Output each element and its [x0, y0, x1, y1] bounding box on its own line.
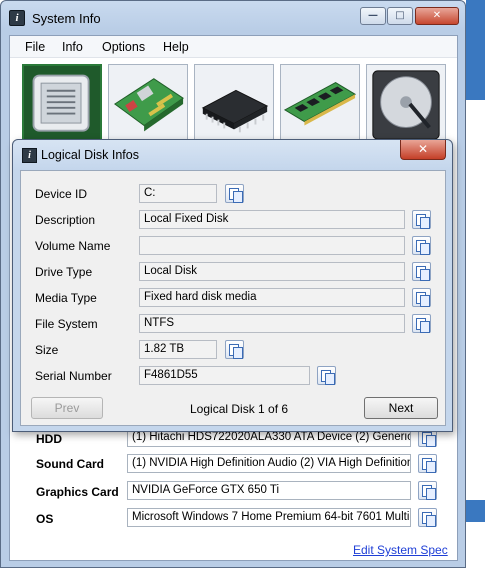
menu-bar: File Info Options Help [10, 36, 457, 58]
os-copy-button[interactable] [418, 508, 437, 527]
processor-tool-button[interactable] [22, 64, 102, 146]
size-field[interactable]: 1.82 TB [139, 340, 217, 359]
file-system-label: File System [35, 317, 98, 331]
minimize-button[interactable]: — [360, 7, 386, 25]
volume-name-label: Volume Name [35, 239, 111, 253]
cpu-chip-icon [32, 74, 90, 132]
volume-name-field[interactable] [139, 236, 405, 255]
dialog-close-button[interactable]: ✕ [400, 140, 446, 160]
dialog-app-icon: i [22, 148, 37, 163]
pager-text: Logical Disk 1 of 6 [190, 402, 289, 416]
description-label: Description [35, 213, 96, 227]
graphics-card-copy-button[interactable] [418, 481, 437, 500]
description-field[interactable]: Local Fixed Disk [139, 210, 405, 229]
media-type-label: Media Type [35, 291, 97, 305]
menu-file[interactable]: File [25, 40, 45, 54]
sound-card-value-field[interactable]: (1) NVIDIA High Definition Audio (2) VIA… [127, 454, 411, 473]
drive-type-field[interactable]: Local Disk [139, 262, 405, 281]
file-system-copy-button[interactable] [412, 314, 431, 333]
background-accent-top [466, 0, 485, 100]
motherboard-icon [113, 78, 184, 132]
dialog-client-area: Device ID C: Description Local Fixed Dis… [20, 170, 446, 426]
device-id-label: Device ID [35, 187, 88, 201]
serial-number-label: Serial Number [35, 369, 112, 383]
drive-type-copy-button[interactable] [412, 262, 431, 281]
graphics-card-label: Graphics Card [36, 485, 119, 499]
os-value-field[interactable]: Microsoft Windows 7 Home Premium 64-bit … [127, 508, 411, 527]
size-copy-button[interactable] [225, 340, 244, 359]
sound-card-copy-button[interactable] [418, 454, 437, 473]
drive-type-label: Drive Type [35, 265, 93, 279]
media-type-field[interactable]: Fixed hard disk media [139, 288, 405, 307]
menu-help[interactable]: Help [163, 40, 189, 54]
serial-number-copy-button[interactable] [317, 366, 336, 385]
menu-options[interactable]: Options [102, 40, 145, 54]
device-id-field[interactable]: C: [139, 184, 217, 203]
app-icon: i [9, 10, 25, 26]
bios-tool-button[interactable] [194, 64, 274, 146]
graphics-card-value-field[interactable]: NVIDIA GeForce GTX 650 Ti [127, 481, 411, 500]
memory-tool-button[interactable] [280, 64, 360, 146]
edit-system-spec-link[interactable]: Edit System Spec [353, 543, 448, 557]
hdd-tool-button[interactable] [366, 64, 446, 146]
file-system-field[interactable]: NTFS [139, 314, 405, 333]
device-id-copy-button[interactable] [225, 184, 244, 203]
dialog-title: Logical Disk Infos [41, 148, 139, 162]
serial-number-field[interactable]: F4861D55 [139, 366, 310, 385]
hdd-label: HDD [36, 432, 62, 446]
next-button[interactable]: Next [364, 397, 438, 419]
media-type-copy-button[interactable] [412, 288, 431, 307]
window-title: System Info [32, 11, 101, 26]
ram-module-icon [283, 82, 357, 126]
maximize-button[interactable]: □ [387, 7, 413, 25]
title-bar[interactable]: i System Info — □ ✕ [1, 1, 465, 35]
hard-disk-icon [372, 70, 440, 140]
bios-chip-icon [201, 89, 269, 133]
background-window-strip [466, 0, 485, 568]
os-label: OS [36, 512, 54, 526]
logical-disk-dialog: i Logical Disk Infos ✕ Device ID C: Desc… [12, 139, 453, 432]
close-button[interactable]: ✕ [415, 7, 459, 25]
description-copy-button[interactable] [412, 210, 431, 229]
menu-info[interactable]: Info [62, 40, 83, 54]
background-accent-bottom [466, 500, 485, 522]
prev-button[interactable]: Prev [31, 397, 103, 419]
size-label: Size [35, 343, 59, 357]
sound-card-label: Sound Card [36, 457, 104, 471]
volume-name-copy-button[interactable] [412, 236, 431, 255]
motherboard-tool-button[interactable] [108, 64, 188, 146]
